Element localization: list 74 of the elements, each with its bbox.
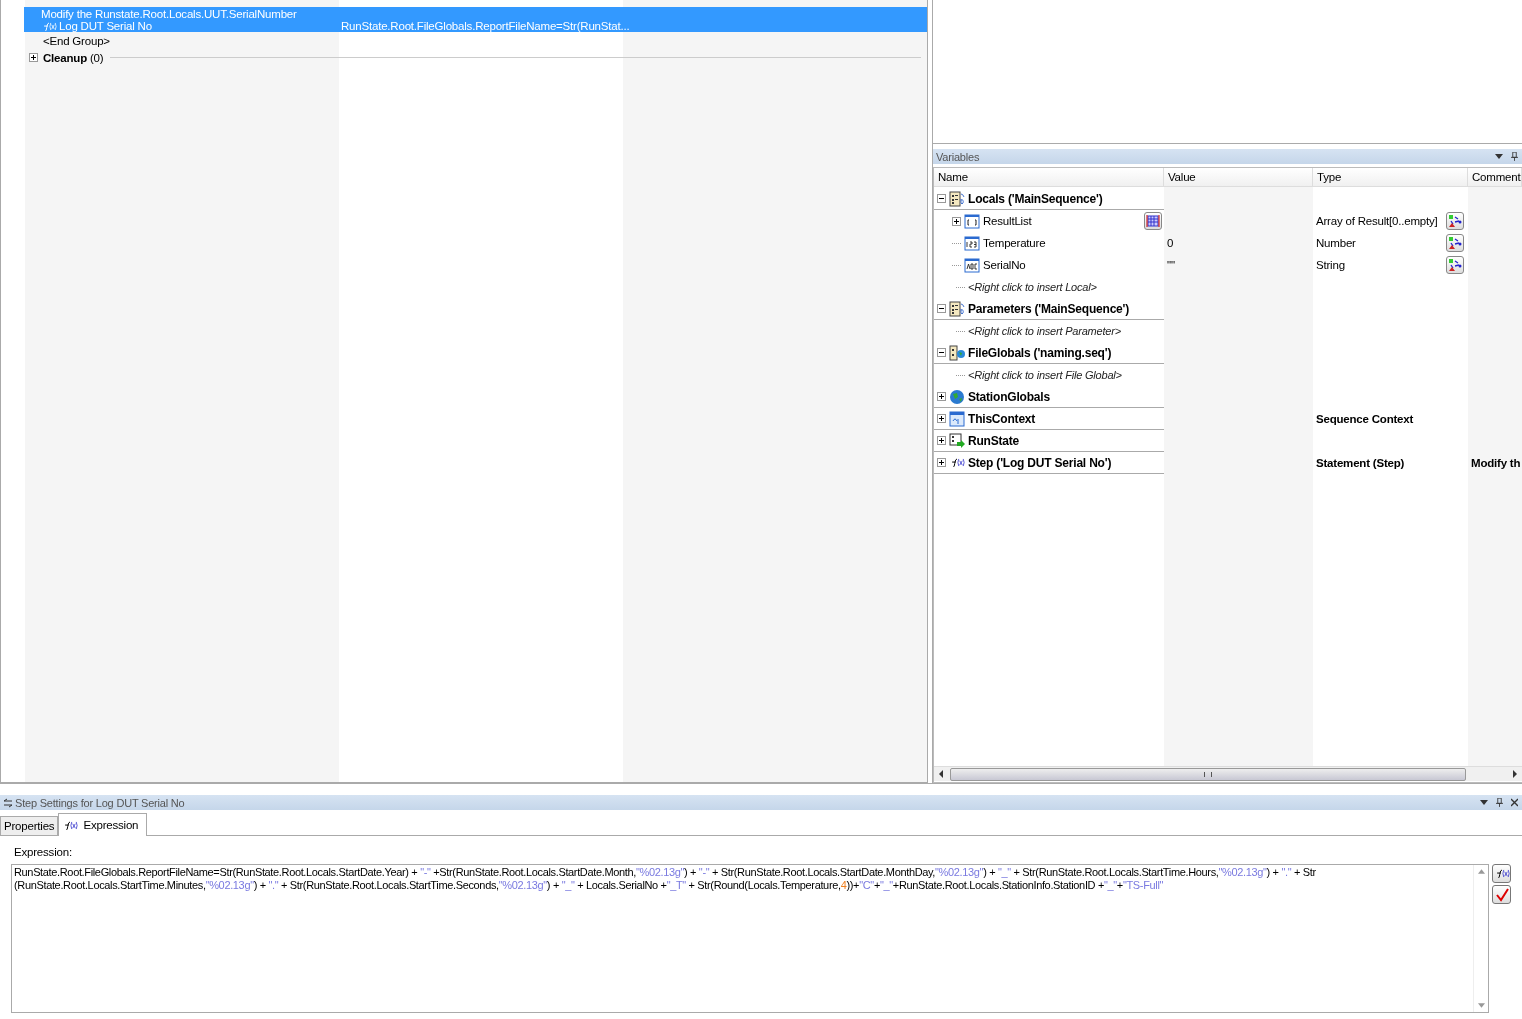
scroll-up-icon[interactable] [1477, 869, 1485, 874]
settings-icon [3, 797, 13, 808]
browse-button[interactable] [1446, 256, 1464, 274]
function-icon [949, 457, 965, 468]
end-group-label: <End Group> [42, 34, 110, 47]
step-name: Log DUT Serial No [59, 20, 152, 32]
insert-hint[interactable]: <Right click to insert File Global> [968, 369, 1122, 381]
dropdown-icon[interactable] [1495, 154, 1503, 159]
scroll-right-icon[interactable] [1512, 770, 1518, 778]
group-label[interactable]: Cleanup (0) [43, 51, 104, 64]
browse-button[interactable] [1446, 234, 1464, 252]
variable-value[interactable]: 0 [1167, 237, 1174, 249]
variables-icon [949, 190, 965, 207]
collapse-icon[interactable] [937, 194, 946, 203]
variable-group-name[interactable]: ThisContext [968, 411, 1036, 426]
context-icon [949, 410, 965, 427]
variable-group-name[interactable]: StationGlobals [968, 389, 1050, 404]
globe-icon [949, 388, 965, 405]
runstate-icon [949, 432, 965, 449]
scroll-down-icon[interactable] [1477, 1003, 1485, 1008]
variables-icon [949, 300, 965, 317]
check-syntax-button[interactable] [1492, 885, 1511, 904]
variable-type-icon [964, 213, 980, 229]
column-header[interactable]: Value [1164, 168, 1313, 186]
field-label: Expression: [13, 846, 73, 858]
close-icon[interactable] [1511, 798, 1518, 807]
dropdown-icon[interactable] [1480, 800, 1488, 805]
vertical-scrollbar[interactable] [1473, 865, 1488, 1012]
insert-hint[interactable]: <Right click to insert Parameter> [968, 325, 1121, 337]
variable-group-name[interactable]: Parameters ('MainSequence') [968, 301, 1130, 316]
expression-browser-button[interactable] [1492, 864, 1511, 883]
variable-group-name[interactable]: FileGlobals ('naming.seq') [968, 345, 1112, 360]
column-header[interactable]: Name [934, 168, 1164, 186]
variable-name[interactable]: ResultList [983, 215, 1141, 227]
variable-value[interactable]: "" [1167, 259, 1175, 271]
insert-hint[interactable]: <Right click to insert Local> [968, 281, 1097, 293]
step-description: Modify the Runstate.Root.Locals.UUT.SerialNumber [41, 8, 298, 20]
expression-field[interactable]: RunState.Root.FileGlobals.ReportFileName=Str(RunState.Root.Locals.StartDate.Year) + "-" +Str(RunState.Root.Locals.StartDate.Month,"%02.13g") + "-" + Str(RunState.Root.Locals.StartDate.MonthDay,"%02.13g") + "_" + Str(RunState.Root.Locals.StartTime.Hours,"%02.13g") + "." + Str (RunState.Root.Locals.StartTime.Minutes,"%02.13g") + "." + Str(RunState.Root.Locals.StartTime.Seconds,"%02.13g") + "_" + Locals.SerialNo +"_T" + Str(Round(Locals.Temperature,4))+"C"+"_"+RunState.Root.Locals.StationInfo.StationID +"_"+"TS-Full" [11, 864, 1489, 1013]
variable-name[interactable]: SerialNo [983, 259, 1164, 271]
panel-title: Step Settings for Log DUT Serial No [15, 796, 185, 809]
variable-type: String [1316, 259, 1345, 271]
column-header[interactable]: Type [1313, 168, 1468, 186]
tab[interactable]: Properties [0, 816, 59, 835]
variable-name[interactable]: Temperature [983, 237, 1164, 249]
variable-type-icon [964, 235, 980, 251]
file-globe-icon [949, 344, 965, 361]
variable-group-name[interactable]: RunState [968, 433, 1020, 448]
variable-group-name[interactable]: Locals ('MainSequence') [968, 191, 1103, 206]
expand-icon[interactable] [937, 458, 946, 467]
expand-icon[interactable] [937, 414, 946, 423]
comment-text: Modify th [1471, 457, 1521, 469]
scroll-left-icon[interactable] [938, 770, 944, 778]
column-header[interactable]: Comment [1468, 168, 1522, 186]
horizontal-scrollbar[interactable] [934, 766, 1522, 781]
pin-icon[interactable] [1511, 152, 1518, 161]
type-text: Statement (Step) [1316, 457, 1405, 469]
panel-title: Variables [936, 150, 980, 163]
step-expression: RunState.Root.FileGlobals.ReportFileName=Str(RunStat... [341, 20, 630, 32]
expand-icon[interactable] [952, 216, 961, 226]
expand-icon[interactable] [937, 436, 946, 445]
tab[interactable]: Expression [58, 813, 148, 836]
variable-group-name[interactable]: Step ('Log DUT Serial No') [968, 455, 1112, 470]
expand-icon[interactable] [29, 53, 38, 62]
function-icon [41, 20, 57, 32]
expand-icon[interactable] [937, 392, 946, 401]
variable-type-icon [964, 257, 980, 273]
type-text: Sequence Context [1316, 413, 1414, 425]
collapse-icon[interactable] [937, 348, 946, 357]
browse-button[interactable] [1446, 212, 1464, 230]
variable-type: Array of Result[0..empty] [1316, 215, 1438, 227]
variable-type: Number [1316, 237, 1356, 249]
collapse-icon[interactable] [937, 304, 946, 313]
array-editor-button[interactable] [1144, 212, 1162, 230]
pin-icon[interactable] [1496, 798, 1503, 807]
